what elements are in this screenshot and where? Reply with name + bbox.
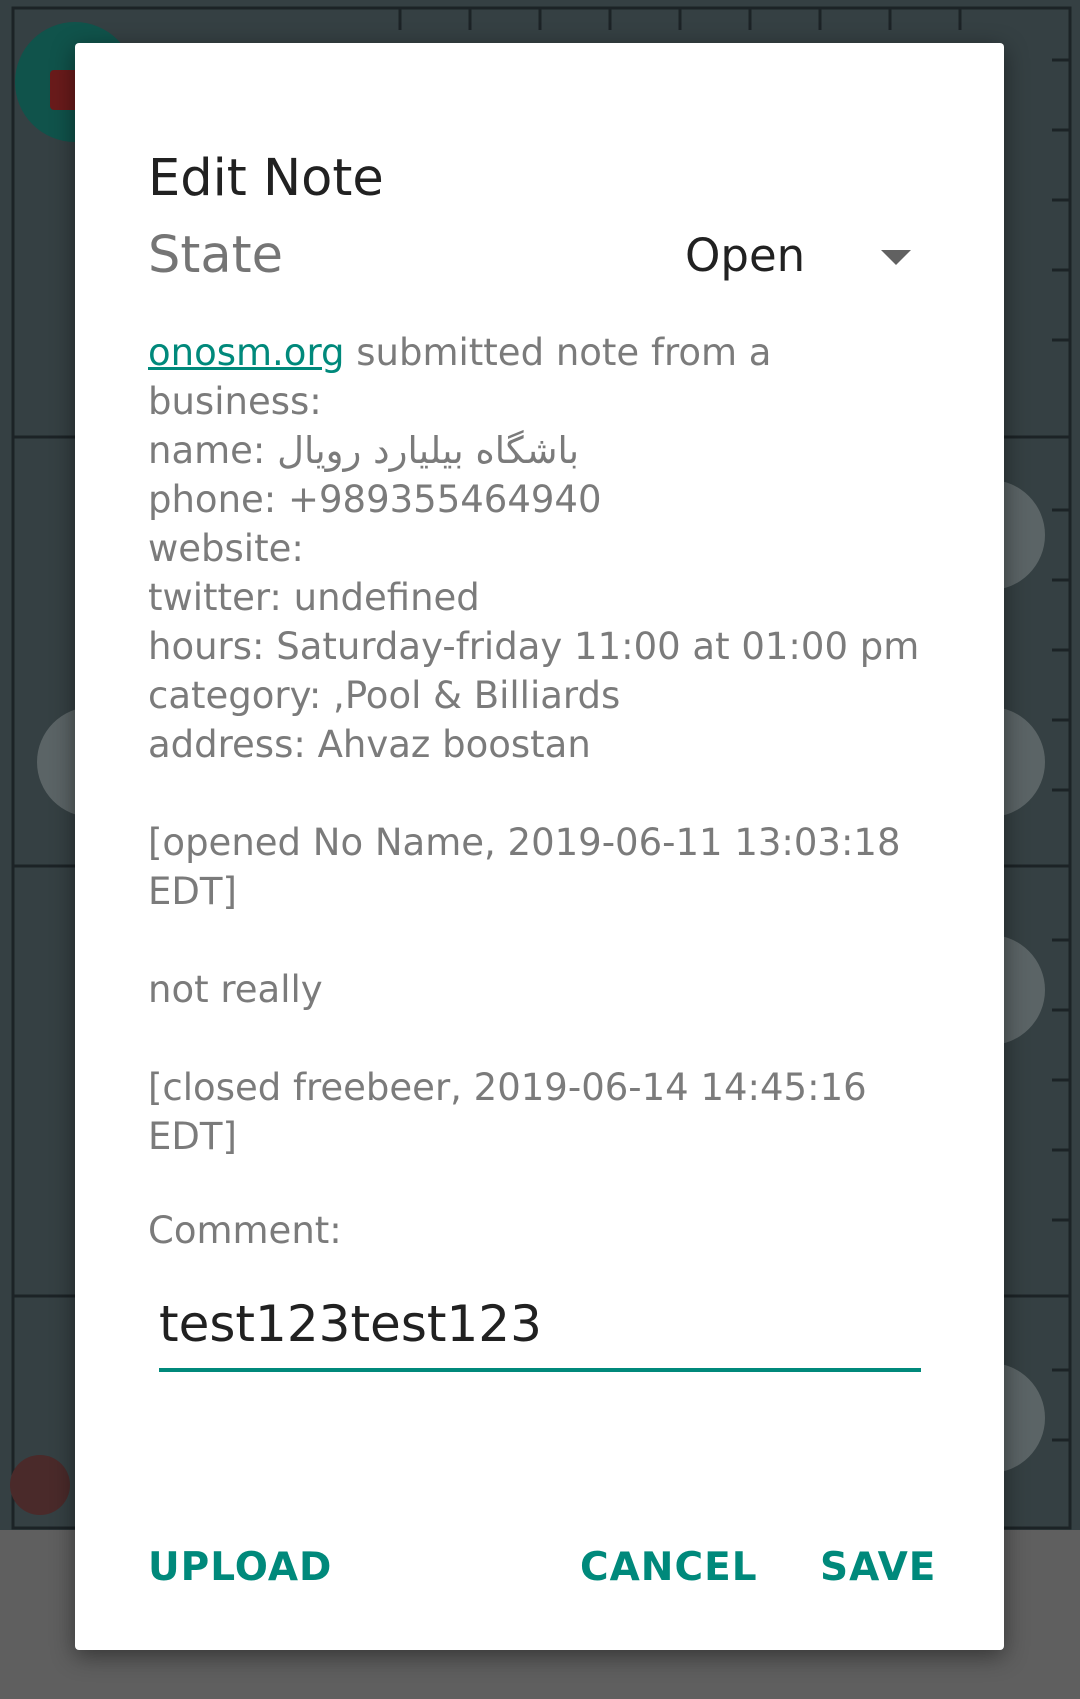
dropdown-arrow-icon [881, 250, 911, 265]
state-dropdown-value: Open [685, 229, 806, 282]
upload-button[interactable]: UPLOAD [148, 1548, 332, 1587]
comment-field [159, 1283, 921, 1373]
note-spacer [148, 769, 928, 818]
note-intro-line: onosm.org submitted note from a business… [148, 328, 928, 426]
note-text: onosm.org submitted note from a business… [148, 328, 928, 1161]
comment-label: Comment: [148, 1209, 342, 1252]
dialog-title: Edit Note [148, 149, 384, 208]
note-address: address: Ahvaz boostan [148, 723, 591, 766]
note-twitter: twitter: undefined [148, 576, 480, 619]
note-hours: hours: Saturday-friday 11:00 at 01:00 pm [148, 625, 920, 668]
note-name-label: name: [148, 429, 278, 472]
note-name-line: name: باشگاه بیلیارد رویال [148, 426, 928, 475]
note-spacer [148, 916, 928, 965]
save-button[interactable]: SAVE [820, 1548, 936, 1587]
note-name-value: باشگاه بیلیارد رویال [277, 429, 580, 472]
note-phone: phone: +989355464940 [148, 478, 602, 521]
note-comment-entry: not really [148, 968, 323, 1011]
state-label: State [148, 226, 283, 285]
onosm-link[interactable]: onosm.org [148, 331, 345, 374]
note-website: website: [148, 527, 304, 570]
note-category: category: ,Pool & Billiards [148, 674, 621, 717]
comment-input[interactable] [159, 1283, 921, 1365]
note-spacer [148, 1014, 928, 1063]
state-dropdown[interactable]: Open [685, 223, 945, 303]
cancel-button[interactable]: CANCEL [580, 1548, 758, 1587]
note-opened-entry: [opened No Name, 2019-06-11 13:03:18 EDT… [148, 821, 901, 913]
comment-underline [159, 1368, 921, 1372]
edit-note-dialog: Edit Note State Open onosm.org submitted… [75, 43, 1004, 1650]
note-closed-entry: [closed freebeer, 2019-06-14 14:45:16 ED… [148, 1066, 867, 1158]
